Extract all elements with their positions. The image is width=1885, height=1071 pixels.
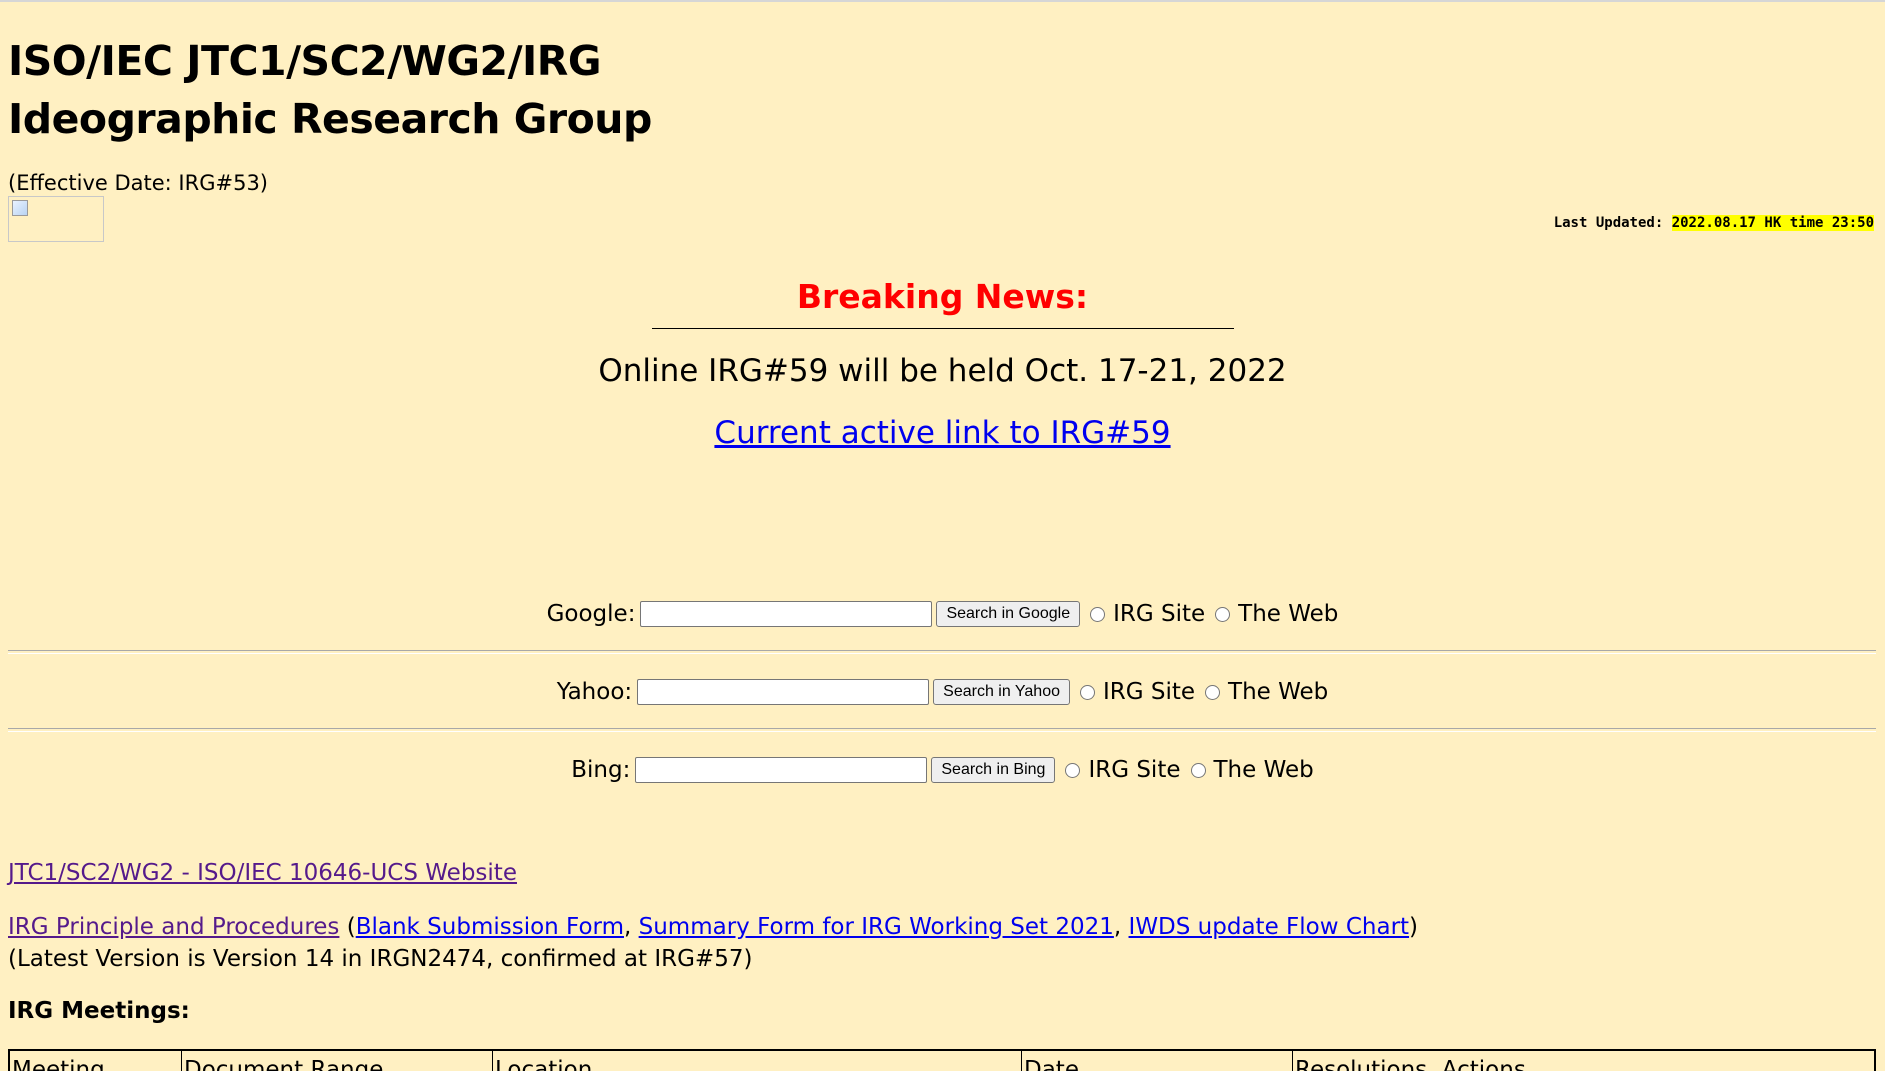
bing-the-web-radio[interactable]	[1190, 762, 1206, 778]
breaking-news-heading: Breaking News:	[651, 274, 1234, 329]
google-irg-site-radio[interactable]	[1090, 606, 1106, 622]
column-meeting: Meeting	[10, 1051, 182, 1071]
google-irg-site-label: IRG Site	[1113, 601, 1206, 627]
irg-meetings-heading: IRG Meetings:	[8, 998, 190, 1024]
last-updated: Last Updated: 2022.08.17 HK time 23:50	[1554, 213, 1874, 233]
yahoo-search-label: Yahoo:	[556, 679, 633, 705]
table-header-row: Meeting Document Range Location Date Res…	[10, 1051, 1874, 1071]
google-the-web-radio[interactable]	[1215, 606, 1231, 622]
procedures-comma-1: ,	[624, 914, 639, 940]
bing-search-button[interactable]: Search in Bing	[931, 757, 1056, 783]
bing-irg-site-label: IRG Site	[1088, 757, 1181, 783]
google-search-label: Google:	[546, 601, 636, 627]
blank-submission-form-link[interactable]: Blank Submission Form	[356, 914, 624, 940]
page-title: ISO/IEC JTC1/SC2/WG2/IRG Ideographic Res…	[8, 32, 652, 148]
procedures-comma-2: ,	[1113, 914, 1129, 940]
yahoo-search-row: Yahoo: Search in Yahoo IRG Site The Web	[0, 676, 1885, 708]
column-resolutions-actions: Resolutions, Actions	[1295, 1057, 1526, 1071]
google-search-row: Google: Search in Google IRG Site The We…	[0, 598, 1885, 630]
google-search-input[interactable]	[640, 601, 933, 627]
divider-google-yahoo	[8, 650, 1876, 654]
last-updated-label: Last Updated:	[1553, 215, 1672, 231]
bing-search-row: Bing: Search in Bing IRG Site The Web	[0, 754, 1885, 786]
yahoo-search-button[interactable]: Search in Yahoo	[933, 679, 1070, 705]
irg-meetings-table: Meeting Document Range Location Date Res…	[8, 1049, 1876, 1071]
procedures-paren-open: (	[339, 914, 356, 940]
bing-search-input[interactable]	[635, 757, 928, 783]
summary-form-link[interactable]: Summary Form for IRG Working Set 2021	[639, 914, 1114, 940]
google-search-button[interactable]: Search in Google	[936, 601, 1081, 627]
yahoo-the-web-label: The Web	[1228, 679, 1329, 705]
wg2-website-line: JTC1/SC2/WG2 - ISO/IEC 10646-UCS Website	[8, 858, 517, 888]
breaking-news-text: Online IRG#59 will be held Oct. 17-21, 2…	[598, 353, 1287, 389]
column-date: Date	[1022, 1051, 1293, 1071]
bing-the-web-label: The Web	[1213, 757, 1314, 783]
irg59-active-link[interactable]: Current active link to IRG#59	[714, 413, 1170, 453]
version-note: (Latest Version is Version 14 in IRGN247…	[8, 946, 753, 972]
irg-principles-link[interactable]: IRG Principle and Procedures	[8, 914, 339, 940]
effective-date: (Effective Date: IRG#53)	[8, 171, 268, 195]
yahoo-search-input[interactable]	[637, 679, 930, 705]
bing-search-label: Bing:	[571, 757, 631, 783]
broken-image-icon	[8, 196, 104, 242]
yahoo-irg-site-radio[interactable]	[1079, 684, 1095, 700]
procedures-paren-close: )	[1409, 914, 1419, 940]
column-location: Location	[493, 1051, 1022, 1071]
page-title-line-2: Ideographic Research Group	[8, 95, 652, 143]
iwds-flow-chart-link[interactable]: IWDS update Flow Chart	[1129, 914, 1410, 940]
yahoo-irg-site-label: IRG Site	[1102, 679, 1196, 705]
bing-irg-site-radio[interactable]	[1065, 762, 1081, 778]
divider-yahoo-bing	[8, 728, 1876, 732]
page-title-line-1: ISO/IEC JTC1/SC2/WG2/IRG	[8, 37, 602, 85]
top-border	[0, 0, 1885, 2]
yahoo-the-web-radio[interactable]	[1205, 684, 1221, 700]
column-document-range: Document Range	[182, 1051, 493, 1071]
procedures-line: IRG Principle and Procedures (Blank Subm…	[8, 912, 1418, 942]
breaking-news: Breaking News: Online IRG#59 will be hel…	[0, 274, 1885, 453]
last-updated-timestamp: 2022.08.17 HK time 23:50	[1671, 215, 1874, 231]
google-the-web-label: The Web	[1238, 601, 1339, 627]
wg2-website-link[interactable]: JTC1/SC2/WG2 - ISO/IEC 10646-UCS Website	[8, 860, 517, 886]
